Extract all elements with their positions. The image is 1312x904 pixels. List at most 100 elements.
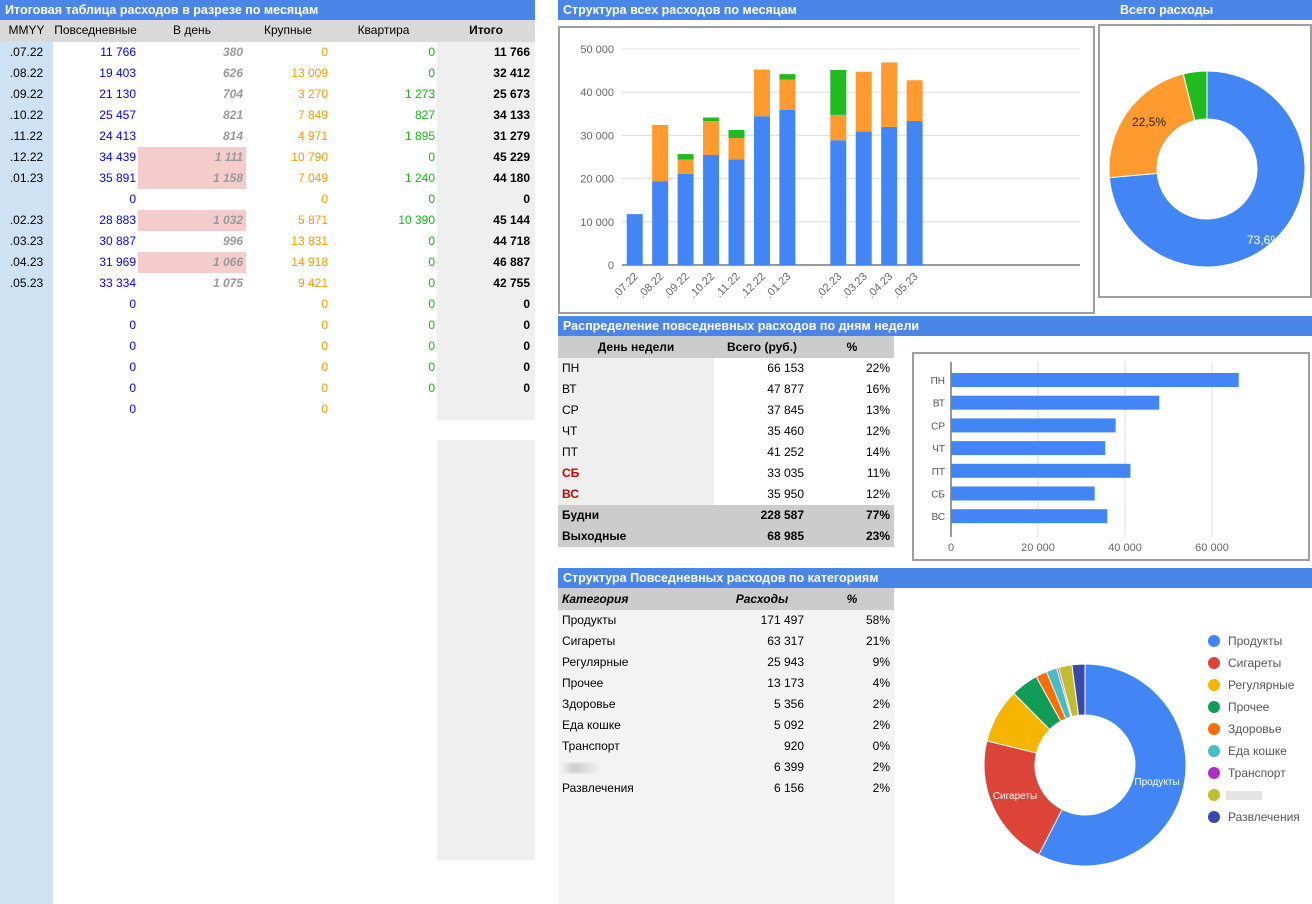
weekday-bar bbox=[951, 463, 1131, 478]
bar-segment bbox=[677, 154, 694, 160]
legend-label: Сигареты bbox=[1228, 656, 1281, 670]
bar-segment bbox=[728, 159, 745, 265]
weekday-total-percent: 23% bbox=[865, 529, 890, 543]
y-tick-label: ЧТ bbox=[932, 444, 945, 455]
category-value: 6 156 bbox=[773, 781, 804, 795]
row-flat: 0 bbox=[428, 45, 435, 59]
y-tick-label: СР bbox=[931, 421, 945, 432]
row-big: 3 270 bbox=[297, 87, 328, 101]
y-tick-label: ВС bbox=[931, 512, 945, 523]
category-name: Прочее bbox=[562, 676, 604, 690]
bar-segment bbox=[881, 126, 898, 265]
slice-label-daily: 73,6% bbox=[1247, 233, 1281, 247]
y-tick-label: 0 bbox=[608, 260, 614, 272]
bar-segment bbox=[830, 69, 847, 115]
legend-label: Еда кошке bbox=[1228, 744, 1287, 758]
legend-marker bbox=[1208, 745, 1220, 757]
x-tick-label: .05.23 bbox=[891, 271, 921, 301]
bar-segment bbox=[855, 71, 872, 132]
row-total: 45 144 bbox=[493, 213, 530, 227]
row-big: 0 bbox=[321, 360, 328, 374]
row-perday: 996 bbox=[222, 234, 243, 248]
y-tick-label: ПТ bbox=[932, 467, 945, 478]
monthly-header-4: Квартира bbox=[357, 23, 410, 37]
row-perday bbox=[138, 378, 246, 399]
weekday-bar bbox=[951, 395, 1160, 410]
row-total: 0 bbox=[523, 192, 530, 206]
row-daily: 0 bbox=[129, 318, 136, 332]
row-daily: 34 439 bbox=[99, 150, 136, 164]
row-big: 7 049 bbox=[297, 171, 328, 185]
row-total: 0 bbox=[523, 318, 530, 332]
bar-segment bbox=[881, 62, 898, 127]
categories-header-1: Расходы bbox=[735, 592, 789, 606]
bar-segment bbox=[652, 181, 669, 265]
row-big: 0 bbox=[321, 381, 328, 395]
weekday-bar bbox=[951, 441, 1106, 456]
row-flat: 0 bbox=[428, 66, 435, 80]
row-total: 44 718 bbox=[493, 234, 530, 248]
legend-label: Прочее bbox=[1228, 700, 1270, 714]
category-percent: 2% bbox=[872, 718, 890, 732]
row-flat: 0 bbox=[428, 255, 435, 269]
row-big: 0 bbox=[321, 339, 328, 353]
category-value: 920 bbox=[783, 739, 804, 753]
weekday-bar bbox=[951, 486, 1095, 501]
weekday-bar bbox=[951, 418, 1116, 433]
categories-donut-chart[interactable]: Продукты Сигареты Продукты Сигареты Регулярн… bbox=[894, 604, 1312, 904]
weekday-percent: 22% bbox=[865, 361, 890, 375]
x-tick-label: .04.23 bbox=[865, 271, 895, 301]
weekday-value: 41 252 bbox=[767, 445, 804, 459]
weekday-value: 33 035 bbox=[767, 466, 804, 480]
row-total: 25 673 bbox=[493, 87, 530, 101]
category-value: 25 943 bbox=[767, 655, 804, 669]
category-value: 6 399 bbox=[773, 760, 804, 774]
row-big: 9 421 bbox=[297, 276, 328, 290]
bar-segment bbox=[906, 120, 923, 265]
weekday-total-value: 228 587 bbox=[760, 508, 804, 522]
row-daily: 0 bbox=[129, 402, 136, 416]
row-flat: 0 bbox=[428, 339, 435, 353]
slice-label-cigarettes: Сигареты bbox=[993, 791, 1037, 802]
row-flat: 1 240 bbox=[404, 171, 435, 185]
bar-segment bbox=[626, 214, 643, 265]
bar-segment bbox=[728, 138, 745, 160]
y-tick-label: 40 000 bbox=[580, 87, 614, 99]
slice-label-big: 22,5% bbox=[1132, 115, 1166, 129]
row-perday: 380 bbox=[222, 45, 243, 59]
row-flat: 1 895 bbox=[404, 129, 435, 143]
category-name: Еда кошке bbox=[562, 718, 621, 732]
weekday-title: Распределение повседневных расходов по д… bbox=[558, 316, 1312, 336]
weekday-value: 66 153 bbox=[767, 361, 804, 375]
row-big: 0 bbox=[321, 45, 328, 59]
row-month: .04.23 bbox=[9, 255, 44, 269]
x-tick-label: .12.22 bbox=[738, 271, 768, 301]
row-big: 4 971 bbox=[297, 129, 328, 143]
legend-marker bbox=[1208, 723, 1220, 735]
weekday-day: ПН bbox=[562, 361, 580, 375]
row-daily: 21 130 bbox=[99, 87, 136, 101]
weekday-total-value: 68 985 bbox=[767, 529, 804, 543]
legend-marker bbox=[1208, 679, 1220, 691]
redacted-category-name bbox=[562, 762, 598, 773]
legend-label: Здоровье bbox=[1228, 722, 1282, 736]
total-donut-chart[interactable]: 73,6% 22,5% bbox=[1098, 24, 1312, 298]
y-tick-label: 50 000 bbox=[580, 44, 614, 56]
monthly-bar-chart[interactable]: 0 10 000 20 000 30 000 40 000 50 000 .07.22.08… bbox=[558, 26, 1095, 314]
legend-label: Регулярные bbox=[1228, 678, 1295, 692]
x-tick-label: .01.23 bbox=[763, 271, 793, 301]
row-month bbox=[0, 378, 53, 399]
category-percent: 0% bbox=[872, 739, 890, 753]
weekday-total-label: Выходные bbox=[562, 529, 627, 543]
weekday-bar-chart[interactable]: 0 20 000 40 000 60 000 ПН ВТ СР ЧТ ПТ СБ ВС bbox=[912, 352, 1310, 561]
x-tick-label: 60 000 bbox=[1195, 542, 1229, 554]
row-total: 0 bbox=[523, 381, 530, 395]
row-daily: 24 413 bbox=[99, 129, 136, 143]
row-perday: 1 111 bbox=[138, 147, 246, 168]
category-percent: 58% bbox=[865, 613, 890, 627]
categories-title: Структура Повседневных расходов по катег… bbox=[558, 568, 1312, 588]
row-perday bbox=[138, 399, 246, 420]
weekday-day: ЧТ bbox=[562, 424, 578, 438]
y-tick-label: ВТ bbox=[933, 399, 945, 410]
row-month bbox=[0, 189, 53, 210]
